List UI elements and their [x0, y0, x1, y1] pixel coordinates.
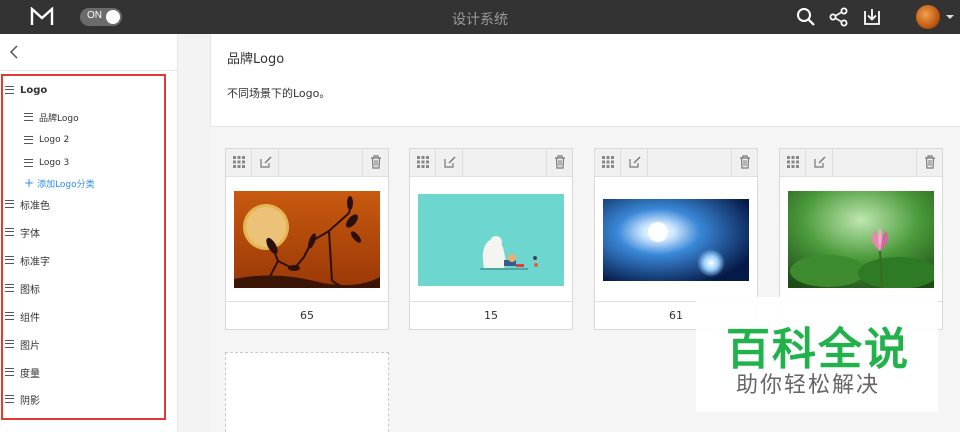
sidebar-item-label: 度量 — [20, 368, 40, 380]
plus-icon: + — [24, 176, 35, 190]
download-icon[interactable] — [862, 7, 882, 27]
share-icon[interactable] — [829, 7, 849, 27]
add-category-label: 添加Logo分类 — [37, 179, 95, 190]
section-header: 品牌Logo 不同场景下的Logo。 — [210, 34, 960, 127]
card-image-lotus — [788, 191, 934, 288]
sidebar-item-font[interactable]: 字体 — [5, 224, 40, 240]
edit-icon[interactable] — [253, 149, 279, 176]
menu-icon — [5, 200, 14, 208]
delete-icon[interactable] — [546, 149, 572, 176]
sidebar-item-label: 组件 — [20, 312, 40, 324]
menu-icon — [5, 284, 14, 292]
user-avatar[interactable] — [916, 5, 940, 29]
sidebar-item-logo[interactable]: Logo — [5, 82, 47, 98]
card-toolbar — [780, 149, 942, 177]
drag-handle-icon[interactable] — [226, 149, 252, 176]
sidebar: Logo 品牌Logo Logo 2 Logo 3 + 添加Logo分类 标准色… — [0, 34, 178, 432]
sidebar-item-logo-2[interactable]: Logo 2 — [24, 132, 69, 148]
back-arrow-icon[interactable] — [9, 45, 19, 59]
delete-icon[interactable] — [362, 149, 388, 176]
drag-handle-icon[interactable] — [780, 149, 806, 176]
sidebar-item-label: 标准色 — [20, 200, 50, 212]
logo-card[interactable]: 65 — [225, 148, 389, 330]
menu-icon — [24, 113, 33, 121]
card-image-sunset — [234, 191, 380, 288]
sidebar-item-label: Logo 2 — [39, 135, 70, 145]
logo-card[interactable]: 15 — [409, 148, 573, 330]
add-logo-card[interactable] — [225, 352, 389, 432]
card-image-teal-illustration — [418, 194, 564, 286]
add-logo-category-button[interactable]: + 添加Logo分类 — [24, 176, 95, 190]
sidebar-item-metrics[interactable]: 度量 — [5, 364, 40, 380]
sidebar-item-images[interactable]: 图片 — [5, 336, 40, 352]
sidebar-item-label: Logo 3 — [39, 158, 70, 168]
edit-icon[interactable] — [622, 149, 648, 176]
sidebar-item-standard-type[interactable]: 标准字 — [5, 252, 50, 268]
delete-icon[interactable] — [731, 149, 757, 176]
sidebar-item-label: 标准字 — [20, 256, 50, 268]
drag-handle-icon[interactable] — [410, 149, 436, 176]
page-description: 不同场景下的Logo。 — [227, 87, 331, 100]
sidebar-item-standard-color[interactable]: 标准色 — [5, 196, 50, 212]
menu-icon — [24, 159, 33, 167]
card-toolbar — [410, 149, 572, 177]
chevron-down-icon[interactable] — [946, 15, 954, 19]
sidebar-item-label: 阴影 — [20, 395, 40, 407]
card-image-blue-burst — [603, 199, 749, 281]
sidebar-item-label: 图标 — [20, 284, 40, 296]
sidebar-item-shadow[interactable]: 阴影 — [5, 391, 40, 407]
sidebar-item-label: Logo — [20, 84, 48, 96]
watermark-subtitle: 助你轻松解决 — [736, 373, 881, 398]
card-toolbar — [595, 149, 757, 177]
menu-icon — [5, 395, 14, 403]
menu-icon — [5, 256, 14, 264]
sidebar-item-components[interactable]: 组件 — [5, 308, 40, 324]
sidebar-item-label: 字体 — [20, 228, 40, 240]
sidebar-item-logo-3[interactable]: Logo 3 — [24, 155, 69, 171]
menu-icon — [5, 228, 14, 236]
search-icon[interactable] — [796, 7, 816, 27]
app-title: 设计系统 — [452, 12, 508, 28]
delete-icon[interactable] — [916, 149, 942, 176]
drag-handle-icon[interactable] — [595, 149, 621, 176]
top-bar: ON 设计系统 — [0, 0, 960, 34]
menu-icon — [5, 86, 14, 94]
menu-icon — [5, 368, 14, 376]
sidebar-item-brand-logo[interactable]: 品牌Logo — [24, 109, 79, 125]
page-title: 品牌Logo — [227, 52, 285, 67]
sidebar-item-icons[interactable]: 图标 — [5, 280, 40, 296]
menu-icon — [5, 340, 14, 348]
menu-icon — [24, 136, 33, 144]
sidebar-back-row — [0, 34, 178, 71]
sidebar-item-label: 品牌Logo — [39, 113, 79, 124]
sidebar-scroll-track[interactable] — [193, 34, 209, 432]
menu-icon — [5, 312, 14, 320]
edit-icon[interactable] — [437, 149, 463, 176]
sidebar-item-label: 图片 — [20, 340, 40, 352]
edit-icon[interactable] — [807, 149, 833, 176]
watermark: 百科全说 助你轻松解决 — [696, 297, 938, 412]
card-toolbar — [226, 149, 388, 177]
card-count: 65 — [226, 301, 388, 330]
card-count: 15 — [410, 301, 572, 330]
